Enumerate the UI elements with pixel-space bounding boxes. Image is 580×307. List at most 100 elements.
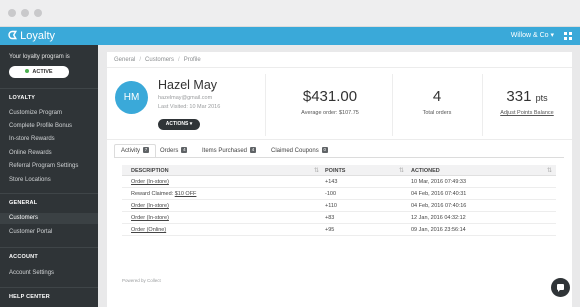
- column-actioned[interactable]: ACTIONED: [411, 168, 440, 174]
- logo-icon: ᗧ: [8, 30, 18, 42]
- divider: [265, 74, 266, 136]
- column-description[interactable]: DESCRIPTION: [131, 168, 169, 174]
- sidebar-item-customize-program[interactable]: Customize Program: [9, 110, 62, 116]
- breadcrumb: General / Customers / Profile: [114, 57, 201, 63]
- row-description-link[interactable]: Order (Online): [131, 227, 166, 233]
- row-date: 04 Feb, 2016 07:40:16: [411, 203, 467, 209]
- sidebar-item-complete-profile-bonus[interactable]: Complete Profile Bonus: [9, 123, 72, 129]
- row-description-link[interactable]: Order (In-store): [131, 179, 169, 185]
- actions-button[interactable]: ACTIONS ▾: [158, 119, 200, 130]
- divider: [392, 74, 393, 136]
- reward-prefix: Reward Claimed:: [131, 191, 175, 197]
- points-balance: 331 pts: [482, 88, 572, 105]
- breadcrumb-customers[interactable]: Customers: [145, 57, 174, 63]
- sidebar-item-store-locations[interactable]: Store Locations: [9, 177, 51, 183]
- row-points: +95: [325, 227, 335, 233]
- row-points: +143: [325, 179, 338, 185]
- tab-label: Orders: [160, 148, 179, 154]
- sidebar-heading-general: GENERAL: [9, 200, 38, 206]
- last-visited: Last Visited: 10 Mar 2016: [158, 104, 221, 110]
- divider: [107, 139, 572, 140]
- sidebar-item-customer-portal[interactable]: Customer Portal: [9, 229, 52, 235]
- count-badge: 7: [143, 147, 150, 153]
- sidebar-item-account-settings[interactable]: Account Settings: [9, 270, 54, 276]
- table-header: DESCRIPTION ⇅ POINTS ⇅ ACTIONED ⇅: [122, 165, 556, 176]
- column-points[interactable]: POINTS: [325, 168, 345, 174]
- tabs-underline: [114, 157, 564, 158]
- breadcrumb-general[interactable]: General: [114, 57, 135, 63]
- window-close-icon[interactable]: [8, 9, 16, 17]
- table-row: Order (Online) +95 09 Jan, 2016 23:56:14: [122, 224, 556, 236]
- row-date: 09 Jan, 2016 23:56:14: [411, 227, 466, 233]
- tab-label: Claimed Coupons: [271, 148, 319, 154]
- tab-claimed-coupons[interactable]: Claimed Coupons 0: [264, 144, 335, 158]
- actions-label: ACTIONS: [165, 121, 189, 127]
- chevron-down-icon: ▾: [550, 32, 554, 39]
- app-logo[interactable]: ᗧ Loyalty: [8, 29, 55, 43]
- sidebar-heading-help-center[interactable]: HELP CENTER: [9, 294, 50, 300]
- program-status-label: Your loyalty program is: [9, 54, 70, 60]
- app-header: ᗧ Loyalty Willow & Co ▾: [0, 27, 580, 45]
- account-name: Willow & Co: [510, 32, 549, 39]
- tab-activity[interactable]: Activity 7: [114, 144, 157, 158]
- points-unit: pts: [535, 93, 548, 103]
- average-order: Average order: $107.75: [301, 110, 359, 116]
- divider: [107, 67, 572, 68]
- customer-name: Hazel May: [158, 78, 218, 92]
- account-menu[interactable]: Willow & Co ▾: [511, 31, 554, 39]
- adjust-points-link[interactable]: Adjust Points Balance: [482, 110, 572, 116]
- sidebar-section-general: [0, 193, 98, 194]
- apps-grid-icon[interactable]: [564, 32, 572, 40]
- count-badge: 4: [250, 147, 257, 153]
- tab-label: Items Purchased: [202, 148, 248, 154]
- caret-down-icon: ▾: [189, 121, 193, 127]
- powered-by: Powered by Collect: [122, 278, 161, 283]
- sidebar-heading-loyalty: LOYALTY: [9, 95, 36, 101]
- table-row: Reward Claimed: $10 OFF -100 04 Feb, 201…: [122, 188, 556, 200]
- sidebar-section-account: [0, 247, 98, 248]
- sort-icon[interactable]: ⇅: [399, 167, 404, 174]
- breadcrumb-profile: Profile: [183, 57, 201, 63]
- sidebar-item-referral-settings[interactable]: Referral Program Settings: [9, 163, 78, 169]
- table-row: Order (In-store) +110 04 Feb, 2016 07:40…: [122, 200, 556, 212]
- sidebar-section-loyalty: [0, 88, 98, 89]
- sort-icon[interactable]: ⇅: [314, 167, 319, 174]
- window-titlebar: [0, 0, 580, 27]
- status-text: ACTIVE: [32, 69, 53, 75]
- row-description-link[interactable]: Order (In-store): [131, 203, 169, 209]
- count-badge: 4: [181, 147, 188, 153]
- row-date: 04 Feb, 2016 07:40:31: [411, 191, 467, 197]
- window-minimize-icon[interactable]: [21, 9, 29, 17]
- status-dot-icon: [25, 69, 30, 73]
- row-points: -100: [325, 191, 337, 197]
- row-description: Reward Claimed: $10 OFF: [131, 191, 196, 197]
- avatar: HM: [115, 81, 148, 114]
- sidebar-item-instore-rewards[interactable]: In-store Rewards: [9, 136, 55, 142]
- sidebar-item-customers[interactable]: Customers: [0, 213, 98, 224]
- customer-email: hazelmay@gmail.com: [158, 95, 213, 101]
- window-maximize-icon[interactable]: [34, 9, 42, 17]
- tab-label: Activity: [121, 148, 141, 154]
- chat-help-button[interactable]: [551, 278, 570, 297]
- chat-bubble-icon: [557, 284, 564, 292]
- points-value: 331: [506, 88, 532, 105]
- row-points: +110: [325, 203, 337, 209]
- row-date: 12 Jan, 2016 04:32:12: [411, 215, 466, 221]
- sidebar: Your loyalty program is ACTIVE LOYALTY C…: [0, 45, 98, 307]
- tab-orders[interactable]: Orders 4: [153, 144, 194, 158]
- program-status-toggle[interactable]: ACTIVE: [9, 66, 69, 78]
- row-description-link[interactable]: Order (In-store): [131, 215, 169, 221]
- main-content: General / Customers / Profile HM Hazel May h…: [98, 45, 580, 307]
- profile-panel: General / Customers / Profile HM Hazel May h…: [107, 52, 572, 307]
- orders-label: Total orders: [422, 110, 452, 116]
- sidebar-heading-account: ACCOUNT: [9, 254, 38, 260]
- table-row: Order (In-store) +143 10 Mar, 2016 07:49…: [122, 176, 556, 188]
- total-spent: $431.00: [302, 88, 358, 105]
- orders-count: 4: [432, 88, 442, 105]
- sort-icon[interactable]: ⇅: [547, 167, 552, 174]
- reward-link[interactable]: $10 OFF: [175, 191, 197, 197]
- tab-items-purchased[interactable]: Items Purchased 4: [195, 144, 263, 158]
- row-points: +83: [325, 215, 335, 221]
- app-name: Loyalty: [20, 30, 55, 42]
- sidebar-item-online-rewards[interactable]: Online Rewards: [9, 150, 52, 156]
